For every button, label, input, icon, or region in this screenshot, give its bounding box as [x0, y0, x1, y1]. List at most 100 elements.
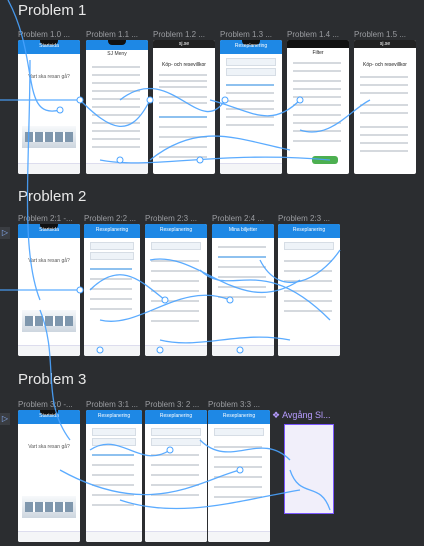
frame-problem-2-5[interactable]: Reseplanering: [278, 224, 340, 356]
departure-line: [214, 466, 262, 468]
frame-label[interactable]: Problem 1.2 ...: [153, 30, 205, 39]
frame-problem-1-0[interactable]: Startsida Vart ska resan gå?: [18, 40, 80, 174]
frame-label[interactable]: Problem 2:3 ...: [278, 214, 330, 223]
filter-line: [293, 80, 341, 82]
play-flow-icon[interactable]: ▷: [0, 227, 10, 239]
menu-line: [92, 66, 140, 68]
list-line: [151, 484, 199, 486]
frame-label[interactable]: Problem 1.4 ...: [287, 30, 339, 39]
play-flow-icon[interactable]: ▷: [0, 413, 10, 425]
list-line: [90, 308, 132, 310]
list-line: [90, 298, 132, 300]
list-line: [226, 100, 274, 102]
list-line: [92, 484, 134, 486]
text-line: [360, 112, 408, 114]
tab-bar: [145, 345, 207, 356]
text-line: [159, 86, 207, 88]
list-line: [151, 474, 199, 476]
train-illustration: [22, 496, 76, 518]
diamond-icon: ❖: [272, 410, 281, 420]
list-line: [90, 268, 132, 270]
departure-line: [214, 496, 262, 498]
list-line: [226, 124, 274, 126]
frame-label[interactable]: Problem 2:4 ...: [212, 214, 264, 223]
departure-line: [214, 446, 262, 448]
section-title-problem-3[interactable]: Problem 3: [18, 371, 86, 388]
screen-subtitle: Köp- och resevillkor: [363, 62, 407, 68]
frame-label[interactable]: Problem 2:2 ...: [84, 214, 136, 223]
frame-label[interactable]: Problem 2:1 -...: [18, 214, 73, 223]
frame-label[interactable]: Problem 2:3 ...: [145, 214, 197, 223]
list-line: [92, 494, 134, 496]
ticket-line: [218, 296, 266, 298]
frame-label[interactable]: Problem 1.1 ...: [86, 30, 138, 39]
frame-problem-1-1[interactable]: SJ Meny: [86, 40, 148, 174]
train-illustration: [22, 126, 76, 148]
text-line: [159, 80, 207, 82]
tab-bar: [18, 531, 80, 542]
frame-problem-3-3[interactable]: Reseplanering: [208, 410, 270, 542]
menu-line: [92, 82, 140, 84]
list-line: [226, 92, 274, 94]
screen-subtitle: Vart ska resan gå?: [28, 258, 70, 264]
text-line: [360, 134, 408, 136]
list-line: [90, 278, 132, 280]
tab-bar: [212, 345, 274, 356]
ticket-line: [218, 266, 266, 268]
screen-title: Startsida: [39, 43, 59, 49]
ticket-line: [218, 286, 266, 288]
frame-label[interactable]: Problem 1.5 ...: [354, 30, 406, 39]
frame-problem-1-3[interactable]: Reseplanering: [220, 40, 282, 174]
frame-problem-2-1[interactable]: Startsida Vart ska resan gå?: [18, 224, 80, 356]
frame-problem-2-2[interactable]: Reseplanering: [84, 224, 140, 356]
flow-map-thumbnail[interactable]: [284, 424, 334, 514]
frame-problem-1-2[interactable]: sj.se Köp- och resevillkor: [153, 40, 215, 174]
search-row: [226, 68, 276, 76]
frame-label[interactable]: Problem 3:0 -...: [18, 400, 73, 409]
text-line: [159, 146, 207, 148]
menu-line: [92, 122, 140, 124]
tab-bar: [18, 163, 80, 174]
frame-label[interactable]: Problem 3:3 ...: [208, 400, 260, 409]
frame-problem-3-1[interactable]: Reseplanering: [86, 410, 142, 542]
frame-label[interactable]: Problem 3: 2 ...: [145, 400, 199, 409]
text-line: [360, 104, 408, 106]
menu-line: [92, 114, 140, 116]
screen-title: sj.se: [379, 41, 391, 47]
list-line: [151, 494, 199, 496]
status-bar: [287, 40, 349, 48]
frame-label[interactable]: Problem 1.0 ...: [18, 30, 70, 39]
departure-line: [151, 270, 199, 272]
frame-problem-3-2[interactable]: Reseplanering: [145, 410, 207, 542]
screen-subtitle: Köp- och resevillkor: [162, 62, 206, 68]
section-title-problem-1[interactable]: Problem 1: [18, 2, 86, 19]
prototype-flow-label[interactable]: ❖ Avgång Sl...: [272, 410, 330, 421]
design-canvas[interactable]: Problem 1 Problem 1.0 ... Startsida Vart…: [0, 0, 424, 546]
list-line: [92, 474, 134, 476]
frame-problem-2-3[interactable]: Reseplanering: [145, 224, 207, 356]
screen-title: Reseplanering: [97, 413, 131, 419]
frame-problem-3-0[interactable]: Startsida Vart ska resan gå?: [18, 410, 80, 542]
screen-title: Reseplanering: [292, 227, 326, 233]
screen-subtitle: Vart ska resan gå?: [28, 74, 70, 80]
tab-bar: [145, 531, 207, 542]
frame-problem-2-4[interactable]: Mina biljetter: [212, 224, 274, 356]
search-row: [214, 428, 264, 436]
frame-problem-1-4[interactable]: Filter: [287, 40, 349, 174]
text-line: [360, 126, 408, 128]
frame-label[interactable]: Problem 3:1 ...: [86, 400, 138, 409]
screen-title: SJ Meny: [107, 51, 127, 57]
search-row: [226, 58, 276, 66]
menu-line: [92, 146, 140, 148]
search-row: [284, 242, 334, 250]
frame-label[interactable]: Problem 1.3 ...: [220, 30, 272, 39]
screen-title: sj.se: [178, 41, 190, 47]
section-title-problem-2[interactable]: Problem 2: [18, 188, 86, 205]
phone-notch: [107, 40, 127, 45]
search-row: [151, 242, 201, 250]
link-line: [159, 116, 207, 118]
filter-line: [293, 140, 341, 142]
screen-title: Startsida: [39, 413, 59, 419]
train-illustration: [22, 310, 76, 332]
frame-problem-1-5[interactable]: sj.se Köp- och resevillkor: [354, 40, 416, 174]
